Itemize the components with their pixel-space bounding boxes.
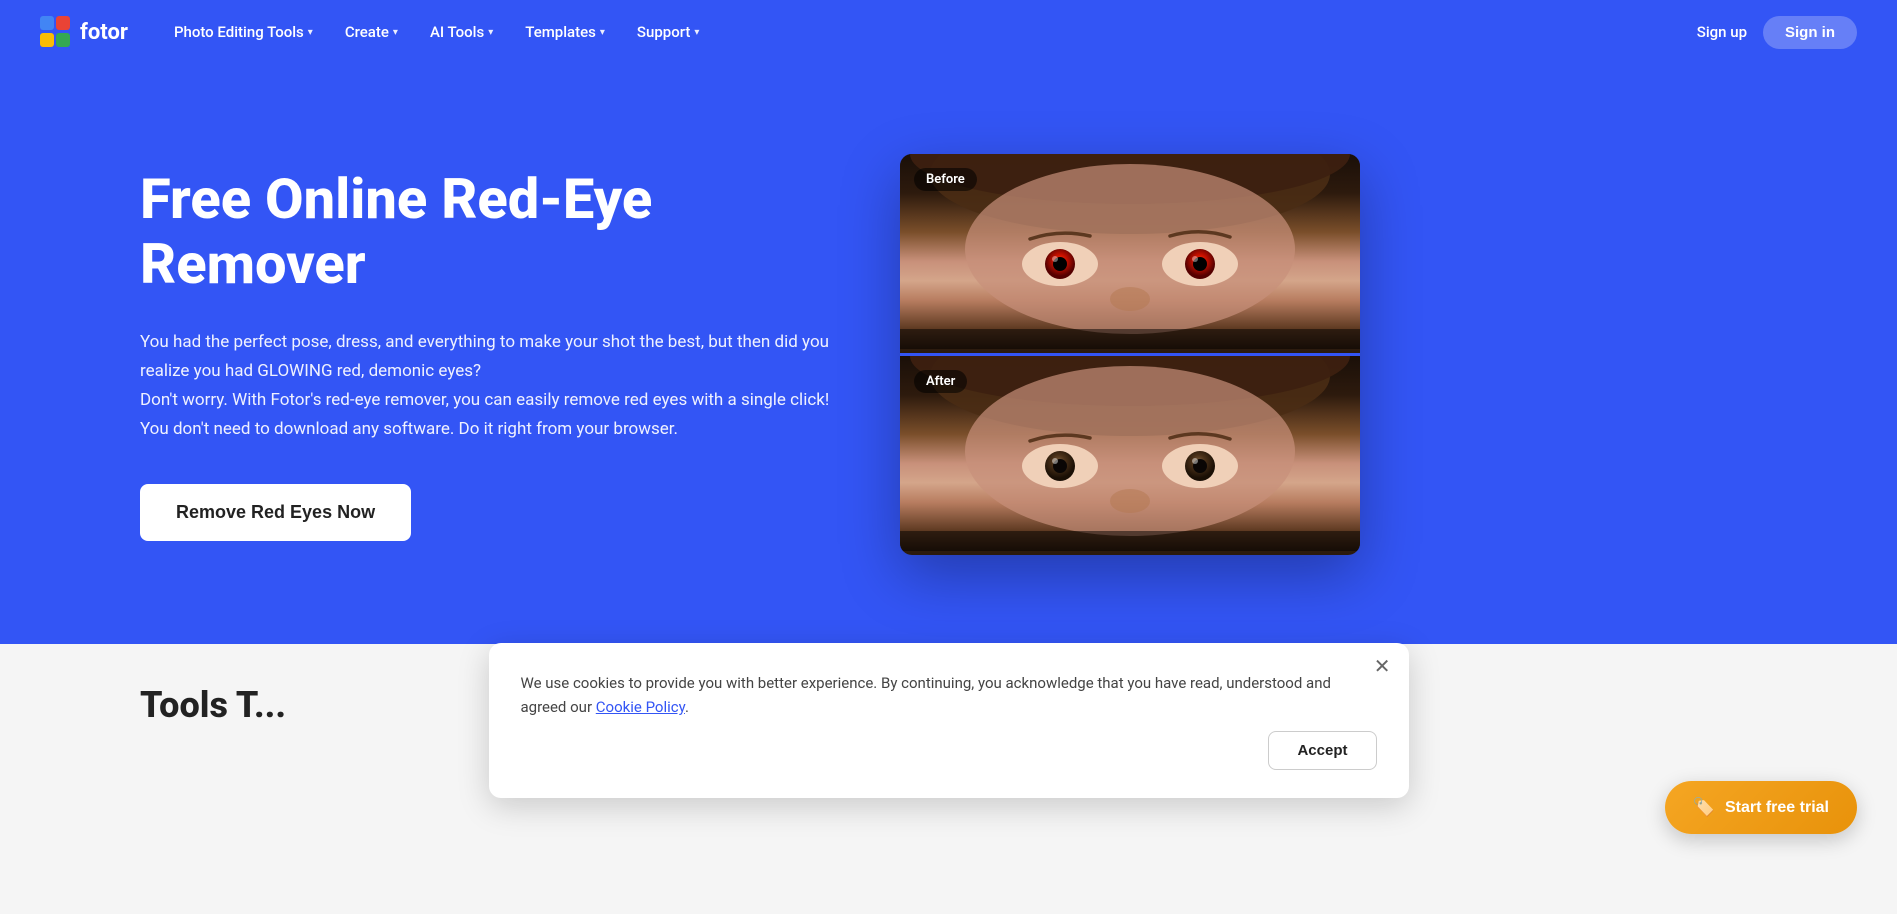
- hero-section: Free Online Red-Eye Remover You had the …: [0, 64, 1897, 644]
- logo-link[interactable]: fotor: [40, 16, 128, 48]
- nav-item-ai-tools[interactable]: AI Tools ▾: [416, 15, 507, 49]
- before-after-image: Before: [900, 154, 1360, 555]
- chevron-down-icon: ▾: [393, 27, 398, 38]
- nav-auth: Sign up Sign in: [1697, 16, 1857, 49]
- cookie-text: We use cookies to provide you with bette…: [521, 671, 1377, 719]
- start-trial-button[interactable]: 🏷️ Start free trial: [1665, 781, 1857, 834]
- chevron-down-icon: ▾: [488, 27, 493, 38]
- hero-title: Free Online Red-Eye Remover: [140, 167, 840, 296]
- before-panel: Before: [900, 154, 1360, 353]
- hero-description: You had the perfect pose, dress, and eve…: [140, 328, 840, 444]
- chevron-down-icon: ▾: [694, 27, 699, 38]
- after-panel: After: [900, 356, 1360, 555]
- remove-red-eyes-button[interactable]: Remove Red Eyes Now: [140, 484, 411, 541]
- nav-item-photo-editing[interactable]: Photo Editing Tools ▾: [160, 15, 327, 49]
- trial-icon: 🏷️: [1693, 797, 1715, 818]
- after-image-svg: [900, 356, 1360, 551]
- cookie-policy-link[interactable]: Cookie Policy: [596, 698, 685, 716]
- chevron-down-icon: ▾: [308, 27, 313, 38]
- hero-content: Free Online Red-Eye Remover You had the …: [140, 167, 840, 540]
- before-label: Before: [914, 168, 977, 191]
- chevron-down-icon: ▾: [600, 27, 605, 38]
- after-label: After: [914, 370, 967, 393]
- trial-label: Start free trial: [1725, 799, 1829, 817]
- logo-icon: [40, 16, 72, 48]
- cookie-banner: ✕ We use cookies to provide you with bet…: [489, 643, 1409, 798]
- navbar: fotor Photo Editing Tools ▾ Create ▾ AI …: [0, 0, 1897, 64]
- nav-links: Photo Editing Tools ▾ Create ▾ AI Tools …: [160, 15, 1697, 49]
- cookie-accept-button[interactable]: Accept: [1268, 731, 1376, 770]
- nav-item-support[interactable]: Support ▾: [623, 15, 714, 49]
- nav-item-create[interactable]: Create ▾: [331, 15, 412, 49]
- cookie-close-button[interactable]: ✕: [1374, 657, 1391, 677]
- logo-text: fotor: [80, 20, 128, 45]
- nav-item-templates[interactable]: Templates ▾: [511, 15, 619, 49]
- signin-button[interactable]: Sign in: [1763, 16, 1857, 49]
- signup-link[interactable]: Sign up: [1697, 23, 1747, 41]
